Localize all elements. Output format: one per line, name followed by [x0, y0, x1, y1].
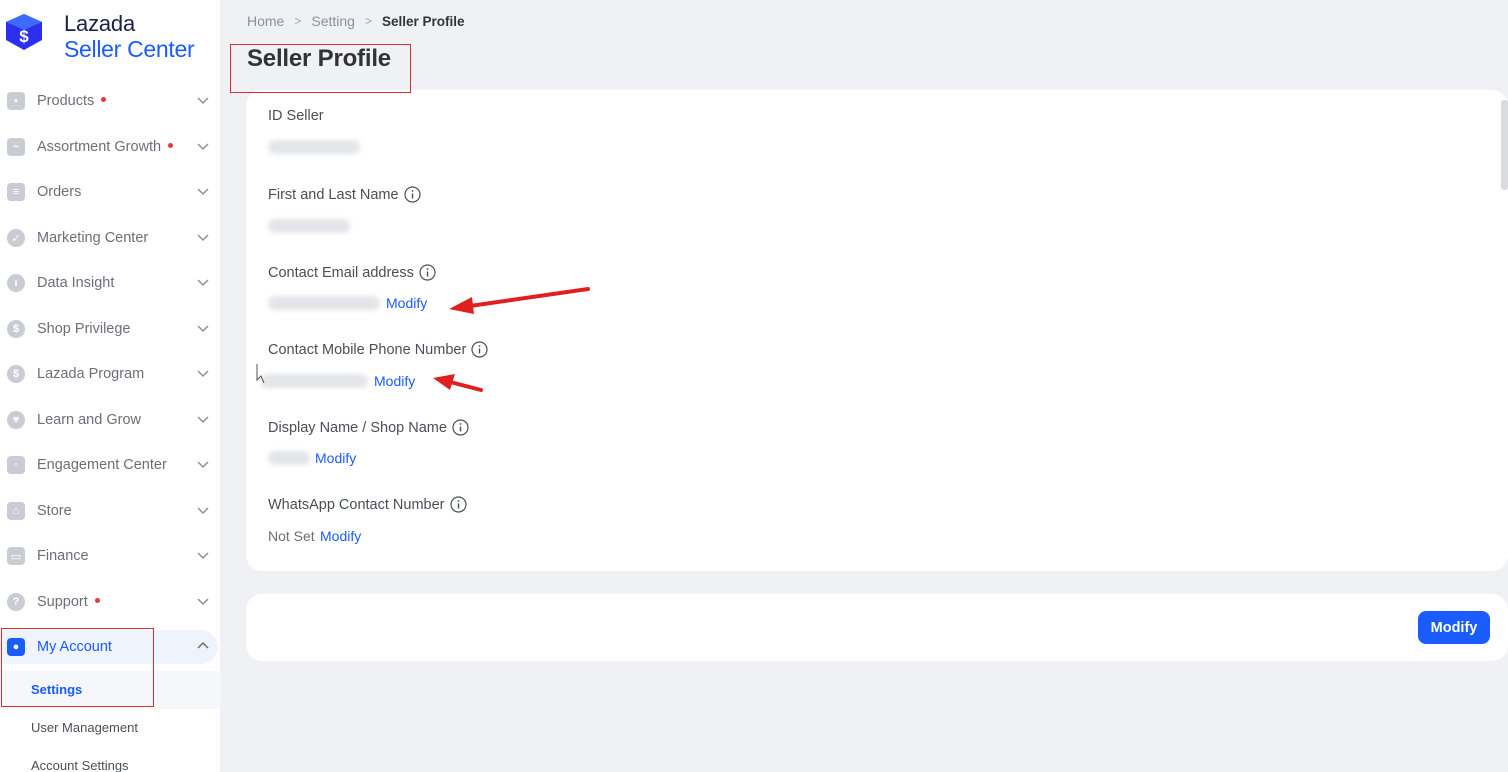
display-name-label: Display Name / Shop Name	[268, 419, 469, 436]
chevron-down-icon	[197, 552, 209, 560]
phone-value-redacted	[260, 374, 368, 388]
sidebar-item-label: Marketing Center	[37, 230, 149, 246]
info-icon[interactable]	[452, 419, 469, 436]
sub-item-label: User Management	[31, 720, 138, 735]
notification-dot	[168, 142, 174, 148]
sidebar-item-learn-and-grow[interactable]: ♥ Learn and Grow	[0, 403, 218, 437]
sidebar-item-products[interactable]: ▪ Products	[0, 84, 218, 118]
sidebar-item-label: Products	[37, 93, 95, 109]
chevron-right-icon: >	[294, 14, 302, 28]
trend-chart-icon: ~	[7, 138, 25, 156]
chat-icon: ◦	[7, 456, 25, 474]
bar-chart-icon: ı	[7, 274, 25, 292]
chevron-right-icon: >	[364, 14, 372, 28]
action-bar	[246, 594, 1508, 661]
sidebar-item-label: Finance	[37, 548, 89, 564]
breadcrumb: Home > Setting > Seller Profile	[247, 13, 465, 29]
whatsapp-modify-link[interactable]: Modify	[320, 528, 361, 544]
chevron-down-icon	[197, 234, 209, 242]
brand-subtitle: Seller Center	[64, 36, 195, 62]
sidebar-item-marketing-center[interactable]: ✓ Marketing Center	[0, 221, 218, 255]
display-name-value-redacted	[268, 451, 310, 465]
annotation-box-my-account	[1, 628, 154, 707]
name-label: First and Last Name	[268, 186, 421, 203]
store-icon: ⌂	[7, 502, 25, 520]
annotation-box-title	[230, 44, 411, 93]
sidebar-item-store[interactable]: ⌂ Store	[0, 494, 218, 528]
email-label: Contact Email address	[268, 264, 436, 281]
breadcrumb-setting[interactable]: Setting	[311, 13, 355, 29]
info-icon[interactable]	[403, 186, 421, 203]
chevron-down-icon	[197, 598, 209, 606]
breadcrumb-home[interactable]: Home	[247, 13, 284, 29]
sub-item-user-management[interactable]: User Management	[0, 709, 221, 747]
modify-button[interactable]: Modify	[1418, 611, 1490, 644]
chevron-up-icon	[197, 641, 209, 649]
lazada-logo-icon: $	[6, 14, 42, 50]
badge-icon: $	[7, 320, 25, 338]
phone-modify-link[interactable]: Modify	[374, 373, 415, 389]
chevron-down-icon	[197, 143, 209, 151]
id-seller-label: ID Seller	[268, 108, 324, 124]
whatsapp-label: WhatsApp Contact Number	[268, 496, 467, 513]
sidebar-item-data-insight[interactable]: ı Data Insight	[0, 266, 218, 300]
sidebar-item-assortment-growth[interactable]: ~ Assortment Growth	[0, 130, 218, 164]
display-name-modify-link[interactable]: Modify	[315, 450, 356, 466]
sub-item-account-settings[interactable]: Account Settings	[0, 747, 221, 772]
chevron-down-icon	[197, 370, 209, 378]
chevron-down-icon	[197, 507, 209, 515]
sidebar-item-label: Data Insight	[37, 275, 115, 291]
email-modify-link[interactable]: Modify	[386, 295, 427, 311]
sidebar-item-support[interactable]: ? Support	[0, 585, 218, 619]
id-seller-value-redacted	[268, 140, 360, 154]
sidebar-item-label: Store	[37, 503, 72, 519]
sidebar-item-label: Support	[37, 594, 88, 610]
dollar-icon: $	[7, 365, 25, 383]
sidebar-item-label: Shop Privilege	[37, 321, 131, 337]
svg-text:$: $	[19, 27, 29, 46]
sidebar-item-orders[interactable]: ≡ Orders	[0, 175, 218, 209]
wallet-icon: ▭	[7, 547, 25, 565]
sidebar-item-label: Engagement Center	[37, 457, 167, 473]
lazada-seller-center-logo[interactable]: $ Lazada Seller Center	[2, 10, 217, 66]
email-value-redacted	[268, 296, 380, 310]
notification-dot	[101, 96, 107, 102]
sidebar-item-label: Orders	[37, 184, 82, 200]
sidebar-item-label: Assortment Growth	[37, 139, 162, 155]
scrollbar[interactable]	[1501, 100, 1508, 190]
info-icon[interactable]	[471, 341, 488, 358]
sub-item-label: Account Settings	[31, 758, 129, 772]
chevron-down-icon	[197, 461, 209, 469]
whatsapp-value: Not Set	[268, 528, 315, 544]
sidebar-item-engagement-center[interactable]: ◦ Engagement Center	[0, 448, 218, 482]
info-icon[interactable]	[419, 264, 436, 281]
chevron-down-icon	[197, 188, 209, 196]
heart-icon: ♥	[7, 411, 25, 429]
sidebar-item-shop-privilege[interactable]: $ Shop Privilege	[0, 312, 218, 346]
chevron-down-icon	[197, 416, 209, 424]
sidebar-item-label: Learn and Grow	[37, 412, 141, 428]
notification-dot	[94, 597, 100, 603]
brand-name: Lazada	[64, 11, 135, 36]
info-icon[interactable]	[449, 496, 467, 513]
sidebar-item-lazada-program[interactable]: $ Lazada Program	[0, 357, 218, 391]
sidebar-item-label: Lazada Program	[37, 366, 145, 382]
chevron-down-icon	[197, 325, 209, 333]
box-icon: ▪	[7, 92, 25, 110]
name-value-redacted	[268, 219, 350, 233]
breadcrumb-current: Seller Profile	[381, 13, 465, 29]
marketing-icon: ✓	[7, 229, 25, 247]
question-icon: ?	[7, 593, 25, 611]
orders-list-icon: ≡	[7, 183, 25, 201]
chevron-down-icon	[197, 279, 209, 287]
sidebar-item-finance[interactable]: ▭ Finance	[0, 539, 218, 573]
phone-label: Contact Mobile Phone Number	[268, 341, 488, 358]
chevron-down-icon	[197, 97, 209, 105]
